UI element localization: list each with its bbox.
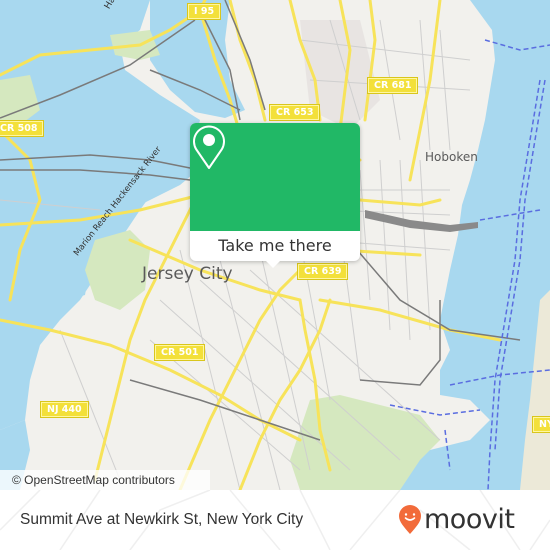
take-me-there-button[interactable]: Take me there [190, 231, 360, 261]
route-shield-cr653: CR 653 [270, 105, 320, 120]
route-shield-ny: NY [533, 417, 550, 432]
popup-header[interactable] [190, 123, 360, 231]
route-shield-cr681: CR 681 [368, 78, 418, 93]
route-shield-cr639: CR 639 [298, 264, 348, 279]
park-lincoln-park [85, 230, 150, 310]
map-view[interactable]: I 95 CR 508 CR 653 CR 681 CR 639 CR 501 … [0, 0, 550, 490]
footer-bar: Summit Ave at Newkirk St, New York City … [0, 490, 550, 550]
map-attribution[interactable]: © OpenStreetMap contributors [0, 470, 210, 490]
location-pin-icon [193, 125, 225, 169]
moovit-logo[interactable]: moovit [398, 504, 515, 536]
route-shield-cr501: CR 501 [155, 345, 205, 360]
route-shield-i95: I 95 [188, 4, 221, 19]
popup-pointer [266, 261, 280, 268]
route-shield-nj440: NJ 440 [41, 402, 88, 417]
moovit-smile-pin-icon [399, 505, 421, 534]
place-label-jersey-city: Jersey City [142, 264, 233, 284]
moovit-wordmark: moovit [424, 504, 515, 535]
stop-title: Summit Ave at Newkirk St, New York City [20, 511, 304, 528]
route-shield-cr508: CR 508 [0, 121, 44, 136]
place-label-hoboken: Hoboken [425, 150, 478, 164]
directions-popup[interactable]: Take me there [190, 123, 360, 261]
